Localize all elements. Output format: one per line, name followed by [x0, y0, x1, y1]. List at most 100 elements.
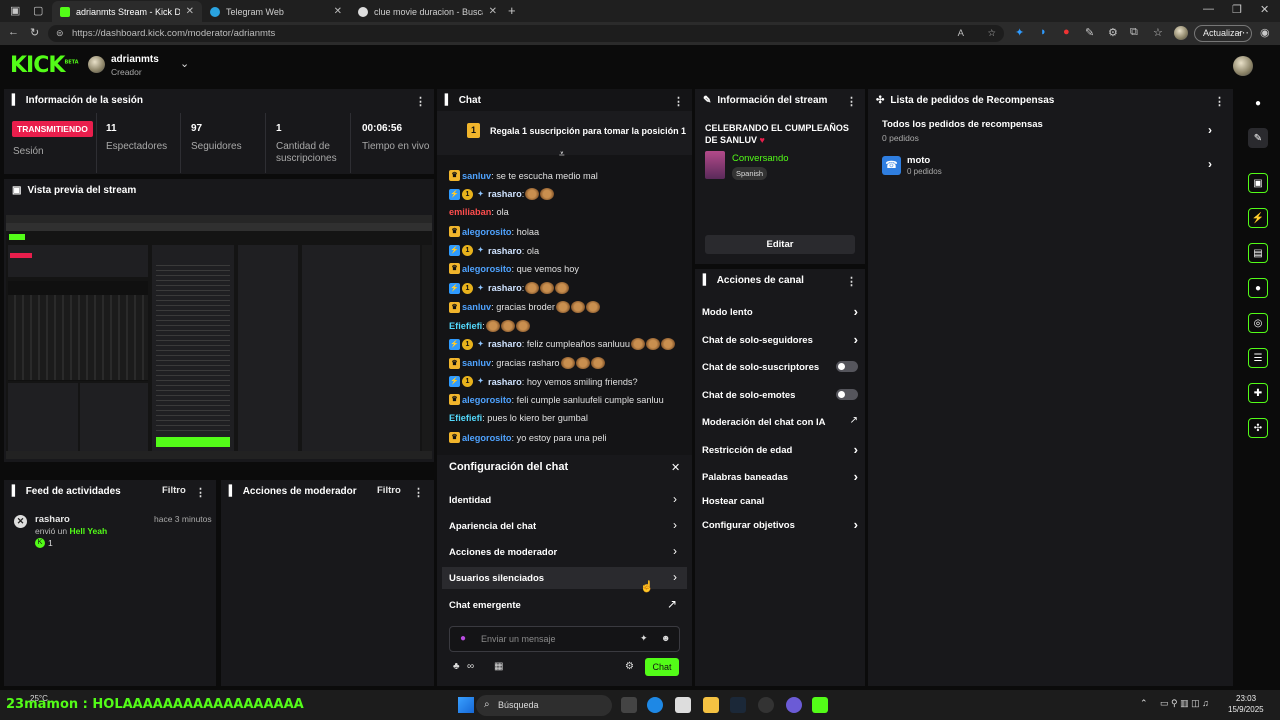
- kebab-menu-icon[interactable]: ⋮: [673, 95, 684, 108]
- browser-profile-avatar[interactable]: [1174, 26, 1188, 40]
- category-thumbnail[interactable]: [705, 151, 725, 179]
- tab-kick-dashboard[interactable]: adrianmts Stream - Kick Dashbo ✕: [52, 1, 202, 22]
- kick-app-icon[interactable]: [812, 697, 828, 713]
- activity-user[interactable]: rasharo: [35, 514, 70, 525]
- channel-action-item[interactable]: Hostear canal: [702, 493, 860, 509]
- url-field[interactable]: ⊜ https://dashboard.kick.com/moderator/a…: [48, 25, 1004, 42]
- document-icon[interactable]: ▤: [1248, 243, 1268, 263]
- close-tab-icon[interactable]: ✕: [334, 6, 342, 17]
- copilot-icon[interactable]: ◉: [1260, 26, 1270, 39]
- channel-action-item[interactable]: Configurar objetivos ›: [702, 517, 860, 533]
- gear-icon[interactable]: ⚙: [625, 661, 634, 672]
- channel-action-item[interactable]: Chat de solo-seguidores ›: [702, 332, 860, 348]
- extension-icon[interactable]: ◗: [1040, 26, 1047, 38]
- gift-icon[interactable]: ♣: [453, 661, 460, 672]
- taskbar-search[interactable]: ⌕ Búsqueda: [476, 695, 612, 716]
- chat-settings-item[interactable]: Chat emergente ↗: [442, 594, 687, 616]
- toggle-switch[interactable]: [836, 389, 858, 400]
- close-tab-icon[interactable]: ✕: [489, 6, 497, 17]
- task-view-icon[interactable]: [621, 697, 637, 713]
- folder-icon[interactable]: [703, 697, 719, 713]
- kebab-menu-icon[interactable]: ⋮: [1214, 95, 1225, 108]
- chevron-down-icon[interactable]: ⌄: [180, 57, 189, 70]
- chat-settings-item[interactable]: Acciones de moderador ›: [442, 541, 687, 563]
- kick-emote-icon[interactable]: ✦: [640, 633, 648, 644]
- account-avatar[interactable]: [1233, 56, 1253, 76]
- tray-chevron-icon[interactable]: ⌃: [1140, 698, 1148, 709]
- stream-preview-video[interactable]: [6, 215, 432, 459]
- channel-action-item[interactable]: Modo lento ›: [702, 304, 860, 320]
- gift-icon[interactable]: ✣: [1248, 418, 1268, 438]
- infinity-icon[interactable]: ∞: [467, 661, 474, 672]
- info-icon[interactable]: ●: [1248, 93, 1268, 113]
- lightning-icon[interactable]: ⚡: [1248, 208, 1268, 228]
- chat-username[interactable]: rasharo: [488, 246, 522, 256]
- send-chat-button[interactable]: Chat: [645, 658, 679, 676]
- chat-username[interactable]: alegorosito: [462, 433, 512, 443]
- back-icon[interactable]: ←: [8, 26, 19, 38]
- extension-icon[interactable]: ●: [1063, 26, 1070, 38]
- all-rewards-row[interactable]: Todos los pedidos de recompensas 0 pedid…: [882, 119, 1222, 145]
- tab-search[interactable]: clue movie duracion - Buscar con ✕: [350, 1, 505, 22]
- wrench-icon[interactable]: ✚: [1248, 383, 1268, 403]
- steam-icon[interactable]: [730, 697, 746, 713]
- stream-category[interactable]: Conversando: [732, 153, 789, 164]
- extensions-icon[interactable]: ⧉: [1130, 26, 1138, 39]
- chat-username[interactable]: sanluv: [462, 171, 491, 181]
- toggle-switch[interactable]: [836, 361, 858, 372]
- obs-icon[interactable]: [758, 697, 774, 713]
- chat-input-field[interactable]: ● Enviar un mensaje ✦ ☻: [449, 626, 680, 652]
- close-window-icon[interactable]: ✕: [1260, 3, 1269, 16]
- favorite-icon[interactable]: ☆: [987, 25, 996, 42]
- chat-username[interactable]: sanluv: [462, 358, 491, 368]
- microphone-icon[interactable]: ●: [460, 633, 466, 644]
- chat-bubble-icon[interactable]: ●: [1248, 278, 1268, 298]
- channel-action-item[interactable]: Chat de solo-emotes: [702, 387, 860, 403]
- tab-actions-icon[interactable]: ▢: [33, 4, 43, 17]
- chat-username[interactable]: rasharo: [488, 339, 522, 349]
- chat-username[interactable]: Efiefiefi: [449, 413, 482, 423]
- kebab-menu-icon[interactable]: ⋮: [846, 95, 857, 108]
- chat-username[interactable]: rasharo: [488, 283, 522, 293]
- extension-icon[interactable]: ✦: [1015, 26, 1024, 39]
- collapse-icon[interactable]: ⩡: [559, 149, 565, 160]
- kebab-menu-icon[interactable]: ⋮: [415, 95, 426, 108]
- maximize-icon[interactable]: ❐: [1232, 3, 1242, 16]
- extension-icon[interactable]: ✎: [1085, 26, 1094, 39]
- profile-icon[interactable]: ▣: [10, 4, 20, 17]
- emoji-icon[interactable]: ☻: [661, 633, 670, 643]
- close-icon[interactable]: ✕: [671, 461, 680, 474]
- edge-icon[interactable]: [647, 697, 663, 713]
- channel-action-item[interactable]: Moderación del chat con IA ↗: [702, 414, 860, 430]
- preview-icon[interactable]: ▣: [1248, 173, 1268, 193]
- broadcast-icon[interactable]: ◎: [1248, 313, 1268, 333]
- pencil-icon[interactable]: ✎: [1248, 128, 1268, 148]
- list-icon[interactable]: ☰: [1248, 348, 1268, 368]
- chat-username[interactable]: sanluv: [462, 302, 491, 312]
- edit-button[interactable]: Editar: [705, 235, 855, 254]
- new-tab-icon[interactable]: +: [508, 3, 516, 18]
- minimize-icon[interactable]: —: [1203, 3, 1214, 15]
- windows-start-icon[interactable]: [458, 697, 474, 713]
- store-icon[interactable]: ▦: [494, 661, 503, 672]
- channel-action-item[interactable]: Restricción de edad ›: [702, 442, 860, 458]
- tray-icons[interactable]: ▭ ⚲ ▥ ◫ ♫: [1160, 698, 1209, 709]
- store-icon[interactable]: [675, 697, 691, 713]
- chat-username[interactable]: alegorosito: [462, 395, 512, 405]
- favorites-icon[interactable]: ☆: [1153, 26, 1163, 39]
- chat-username[interactable]: emiliaban: [449, 207, 491, 217]
- reward-item-row[interactable]: ☎ moto 0 pedidos ›: [882, 154, 1222, 178]
- site-info-icon[interactable]: ⊜: [56, 25, 64, 42]
- app-icon[interactable]: [786, 697, 802, 713]
- chat-username[interactable]: rasharo: [488, 189, 522, 199]
- kebab-menu-icon[interactable]: ⋮: [195, 486, 206, 499]
- chat-username[interactable]: alegorosito: [462, 264, 512, 274]
- filter-button[interactable]: Filtro: [377, 485, 401, 496]
- channel-action-item[interactable]: Chat de solo-suscriptores: [702, 359, 860, 375]
- chat-username[interactable]: rasharo: [488, 377, 522, 387]
- user-avatar[interactable]: [88, 56, 105, 73]
- chat-settings-item[interactable]: Identidad ›: [442, 489, 687, 511]
- kebab-menu-icon[interactable]: ⋮: [413, 486, 424, 499]
- reload-icon[interactable]: ↻: [30, 26, 39, 39]
- chat-username[interactable]: Efiefiefi: [449, 321, 482, 331]
